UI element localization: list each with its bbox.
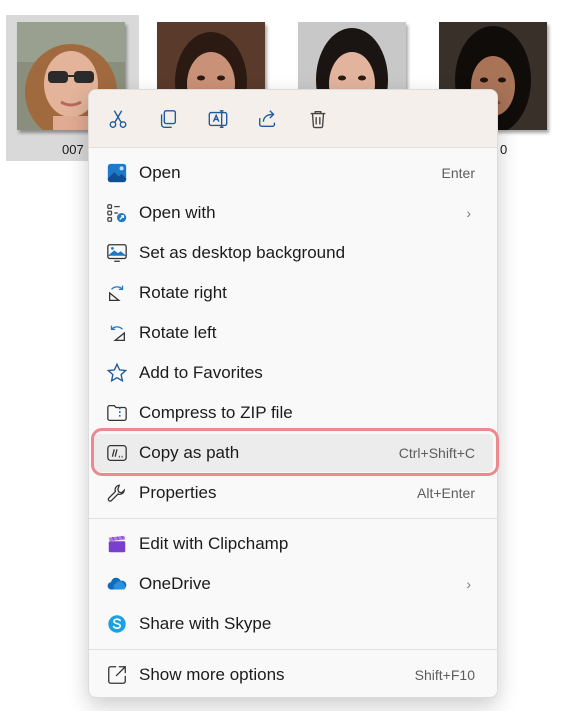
menu-item-shortcut: Alt+Enter: [417, 485, 475, 501]
star-icon: [105, 361, 129, 385]
thumbnail-label-4: 0: [500, 142, 508, 157]
menu-item-properties[interactable]: Properties Alt+Enter: [93, 474, 493, 512]
more-options-icon: [105, 663, 129, 687]
rotate-right-icon: [105, 281, 129, 305]
menu-item-label: Add to Favorites: [139, 363, 263, 382]
copy-icon: [160, 109, 177, 128]
desktop-background-icon: [105, 241, 129, 265]
cut-icon: [109, 109, 127, 128]
menu-item-show-more-options[interactable]: Show more options Shift+F10: [93, 656, 493, 694]
chevron-right-icon: ›: [466, 205, 471, 221]
menu-item-share-with-skype[interactable]: Share with Skype: [93, 605, 493, 643]
menu-item-label: OneDrive: [139, 574, 211, 593]
copy-button[interactable]: [152, 103, 184, 135]
menu-separator: [89, 518, 497, 519]
menu-item-add-to-favorites[interactable]: Add to Favorites: [93, 354, 493, 392]
delete-icon: [310, 110, 326, 128]
skype-icon: [105, 612, 129, 636]
menu-item-compress-zip[interactable]: Compress to ZIP file: [93, 394, 493, 432]
share-button[interactable]: [252, 103, 284, 135]
menu-separator: [89, 649, 497, 650]
menu-item-open-with[interactable]: Open with ›: [93, 194, 493, 232]
menu-item-edit-with-clipchamp[interactable]: Edit with Clipchamp: [93, 525, 493, 563]
menu-item-onedrive[interactable]: OneDrive ›: [93, 565, 493, 603]
cut-button[interactable]: [102, 103, 134, 135]
menu-item-shortcut: Shift+F10: [414, 667, 475, 683]
onedrive-icon: [105, 572, 129, 596]
menu-item-label: Share with Skype: [139, 614, 272, 633]
menu-item-rotate-right[interactable]: Rotate right: [93, 274, 493, 312]
menu-item-label: Rotate right: [139, 283, 227, 302]
rotate-left-icon: [105, 321, 129, 345]
rename-icon: [208, 109, 228, 128]
menu-item-label: Rotate left: [139, 323, 217, 342]
open-with-icon: [105, 201, 129, 225]
menu-item-label: Set as desktop background: [139, 243, 346, 262]
zip-icon: [105, 401, 129, 425]
context-menu: Open Enter Open with › Set as desktop ba…: [88, 89, 498, 698]
delete-button[interactable]: [302, 103, 334, 135]
wrench-icon: [105, 481, 129, 505]
menu-item-label: Properties: [139, 483, 217, 502]
share-icon: [259, 109, 276, 127]
menu-item-label: Compress to ZIP file: [139, 403, 293, 422]
desktop-stage: 007 0 Open Enter Open with › Set as desk…: [0, 0, 562, 711]
clipchamp-icon: [105, 532, 129, 556]
highlight-annotation-ring: [91, 428, 499, 476]
photos-icon: [105, 161, 129, 185]
menu-item-shortcut: Enter: [441, 165, 475, 181]
menu-item-open[interactable]: Open Enter: [93, 154, 493, 192]
menu-item-label: Open: [139, 163, 181, 182]
menu-item-label: Show more options: [139, 665, 285, 684]
menu-item-rotate-left[interactable]: Rotate left: [93, 314, 493, 352]
thumbnail-label-1: 007: [62, 142, 84, 157]
rename-button[interactable]: [202, 103, 234, 135]
chevron-right-icon: ›: [466, 576, 471, 592]
menu-item-label: Open with: [139, 203, 216, 222]
context-menu-toolbar: [89, 90, 497, 148]
menu-item-label: Edit with Clipchamp: [139, 534, 289, 553]
menu-item-set-desktop-background[interactable]: Set as desktop background: [93, 234, 493, 272]
